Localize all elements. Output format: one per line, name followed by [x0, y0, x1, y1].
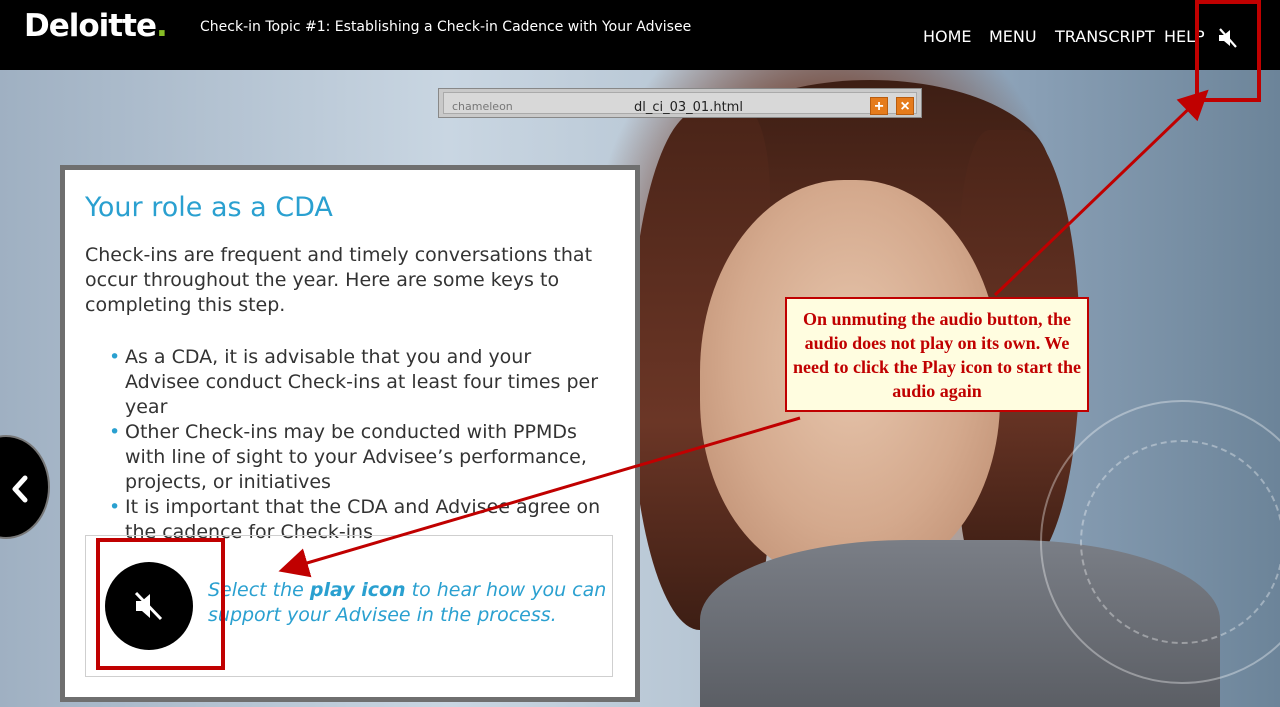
annotation-callout: On unmuting the audio button, the audio …: [785, 297, 1089, 412]
arrow-to-top-mute: [993, 89, 1209, 297]
arrow-to-play-icon: [278, 416, 801, 578]
